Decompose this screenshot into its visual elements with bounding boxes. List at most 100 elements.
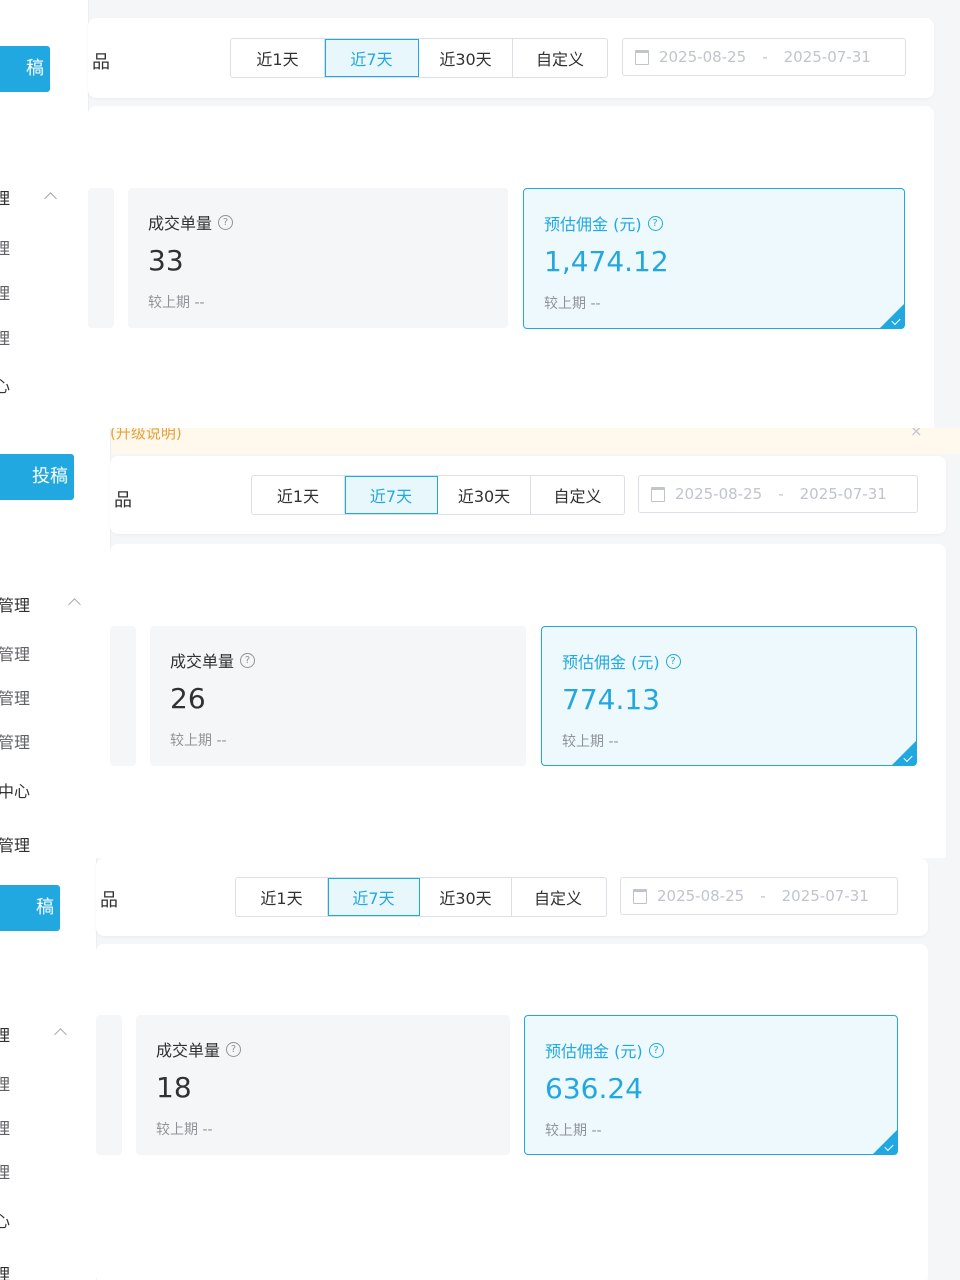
stat-card-commission[interactable]: 预估佣金 (元)? 774.13 较上期 -- bbox=[541, 626, 917, 766]
filter-label: 品 bbox=[92, 52, 110, 73]
submit-button[interactable]: 投稿 bbox=[0, 454, 74, 500]
tab-7-days[interactable]: 近7天 bbox=[325, 39, 419, 77]
tab-1-day[interactable]: 近1天 bbox=[231, 39, 325, 77]
stat-card-orders[interactable]: 成交单量? 33 较上期 -- bbox=[128, 188, 508, 328]
submit-button[interactable]: 稿 bbox=[0, 885, 60, 931]
stat-title: 成交单量? bbox=[148, 210, 234, 234]
date-end: 2025-07-31 bbox=[799, 485, 887, 503]
sidebar-group-header[interactable]: 理 bbox=[0, 1022, 10, 1046]
stat-title: 预估佣金 (元)? bbox=[562, 649, 681, 673]
stat-title: 成交单量? bbox=[156, 1037, 242, 1061]
help-icon[interactable]: ? bbox=[647, 215, 663, 231]
tab-custom[interactable]: 自定义 bbox=[531, 476, 624, 514]
date-range-tabs: 近1天 近7天 近30天 自定义 bbox=[230, 38, 608, 78]
tab-30-days[interactable]: 近30天 bbox=[438, 476, 531, 514]
stats-card: 成交单量? 33 较上期 -- 预估佣金 (元)? 1,474.12 较上期 -… bbox=[88, 106, 934, 428]
calendar-icon bbox=[633, 888, 647, 904]
calendar-icon bbox=[635, 49, 649, 65]
date-separator: - bbox=[762, 48, 768, 66]
date-separator: - bbox=[760, 887, 766, 905]
sidebar-item[interactable]: 管理 bbox=[0, 685, 30, 709]
sidebar-item[interactable]: 理 bbox=[0, 1159, 10, 1183]
sidebar-item[interactable]: 理 bbox=[0, 1115, 10, 1139]
tab-7-days[interactable]: 近7天 bbox=[328, 878, 420, 916]
sidebar-item[interactable]: 理 bbox=[0, 235, 10, 259]
help-icon[interactable]: ? bbox=[648, 1042, 664, 1058]
stat-card-partial bbox=[96, 1015, 122, 1155]
stat-compare: 较上期 -- bbox=[148, 295, 205, 311]
notice-text: (升级说明) bbox=[110, 428, 182, 442]
help-icon[interactable]: ? bbox=[226, 1041, 242, 1057]
stat-title: 预估佣金 (元)? bbox=[545, 1038, 664, 1062]
tab-1-day[interactable]: 近1天 bbox=[236, 878, 328, 916]
tab-30-days[interactable]: 近30天 bbox=[420, 878, 512, 916]
sidebar-group-label: 理 bbox=[0, 189, 10, 208]
sidebar-item[interactable]: 理 bbox=[0, 325, 10, 349]
chevron-up-icon[interactable] bbox=[44, 192, 57, 205]
date-separator: - bbox=[778, 485, 784, 503]
stat-value: 636.24 bbox=[545, 1072, 643, 1105]
sidebar-item[interactable]: 管理 bbox=[0, 729, 30, 753]
sidebar-item[interactable]: 理 bbox=[0, 1071, 10, 1095]
stat-compare: 较上期 -- bbox=[156, 1122, 213, 1138]
stat-value: 33 bbox=[148, 244, 184, 277]
sidebar-group-header[interactable]: 管理 bbox=[0, 592, 30, 616]
stat-card-partial bbox=[110, 626, 136, 766]
chevron-up-icon[interactable] bbox=[68, 598, 81, 611]
sidebar-item[interactable]: 理 bbox=[0, 280, 10, 304]
help-icon[interactable]: ? bbox=[240, 652, 256, 668]
stat-value: 1,474.12 bbox=[544, 245, 669, 278]
stats-card: 成交单量? 26 较上期 -- 预估佣金 (元)? 774.13 较上期 -- bbox=[110, 544, 946, 858]
sidebar-item[interactable]: 管理 bbox=[0, 641, 30, 665]
filter-bar: 品 近1天 近7天 近30天 自定义 2025-08-25 - 2025-07-… bbox=[110, 456, 946, 534]
date-range-tabs: 近1天 近7天 近30天 自定义 bbox=[235, 877, 607, 917]
sidebar: 稿 理 理 理 理 心 bbox=[0, 0, 89, 428]
date-range-picker[interactable]: 2025-08-25 - 2025-07-31 bbox=[638, 475, 918, 513]
submit-button[interactable]: 稿 bbox=[0, 46, 50, 92]
screenshot-panel-3: 稿 理 理 理 理 心 理 品 近1天 近7天 近30天 自定义 2025-08… bbox=[0, 858, 960, 1280]
filter-label: 品 bbox=[114, 490, 132, 511]
stat-card-orders[interactable]: 成交单量? 18 较上期 -- bbox=[136, 1015, 510, 1155]
date-end: 2025-07-31 bbox=[783, 48, 871, 66]
check-corner-icon bbox=[880, 304, 904, 328]
sidebar: 投稿 管理 管理 管理 管理 中心 管理 bbox=[0, 428, 111, 858]
calendar-icon bbox=[651, 486, 665, 502]
stat-value: 774.13 bbox=[562, 683, 660, 716]
stat-title: 成交单量? bbox=[170, 648, 256, 672]
tab-7-days[interactable]: 近7天 bbox=[345, 476, 438, 514]
help-icon[interactable]: ? bbox=[665, 653, 681, 669]
sidebar-item[interactable]: 心 bbox=[0, 373, 10, 397]
tab-1-day[interactable]: 近1天 bbox=[252, 476, 345, 514]
sidebar-group-header[interactable]: 理 bbox=[0, 185, 10, 209]
stat-card-commission[interactable]: 预估佣金 (元)? 636.24 较上期 -- bbox=[524, 1015, 898, 1155]
sidebar: 稿 理 理 理 理 心 理 bbox=[0, 858, 97, 1280]
help-icon[interactable]: ? bbox=[218, 214, 234, 230]
date-start: 2025-08-25 bbox=[659, 48, 747, 66]
stat-card-orders[interactable]: 成交单量? 26 较上期 -- bbox=[150, 626, 526, 766]
stat-value: 26 bbox=[170, 682, 206, 715]
check-corner-icon bbox=[892, 741, 916, 765]
chevron-up-icon[interactable] bbox=[54, 1028, 67, 1041]
date-range-picker[interactable]: 2025-08-25 - 2025-07-31 bbox=[622, 38, 906, 76]
sidebar-item[interactable]: 心 bbox=[0, 1208, 10, 1232]
filter-bar: 品 近1天 近7天 近30天 自定义 2025-08-25 - 2025-07-… bbox=[88, 18, 934, 98]
check-corner-icon bbox=[873, 1130, 897, 1154]
screenshot-panel-2: (升级说明) × 投稿 管理 管理 管理 管理 中心 管理 品 近1天 近7天 … bbox=[0, 428, 960, 858]
stats-card: 成交单量? 18 较上期 -- 预估佣金 (元)? 636.24 较上期 -- bbox=[96, 944, 928, 1280]
sidebar-item[interactable]: 理 bbox=[0, 1261, 10, 1280]
date-range-tabs: 近1天 近7天 近30天 自定义 bbox=[251, 475, 625, 515]
stat-title: 预估佣金 (元)? bbox=[544, 211, 663, 235]
stat-card-partial bbox=[88, 188, 114, 328]
close-icon[interactable]: × bbox=[910, 428, 923, 440]
tab-custom[interactable]: 自定义 bbox=[513, 39, 607, 77]
stat-value: 18 bbox=[156, 1071, 192, 1104]
stat-card-commission[interactable]: 预估佣金 (元)? 1,474.12 较上期 -- bbox=[523, 188, 905, 329]
date-end: 2025-07-31 bbox=[781, 887, 869, 905]
tab-30-days[interactable]: 近30天 bbox=[419, 39, 513, 77]
tab-custom[interactable]: 自定义 bbox=[512, 878, 604, 916]
screenshot-panel-1: 稿 理 理 理 理 心 品 近1天 近7天 近30天 自定义 2025-08-2… bbox=[0, 0, 960, 428]
sidebar-item[interactable]: 中心 bbox=[0, 778, 30, 802]
stat-compare: 较上期 -- bbox=[544, 296, 601, 312]
sidebar-item[interactable]: 管理 bbox=[0, 832, 30, 856]
date-range-picker[interactable]: 2025-08-25 - 2025-07-31 bbox=[620, 877, 898, 915]
